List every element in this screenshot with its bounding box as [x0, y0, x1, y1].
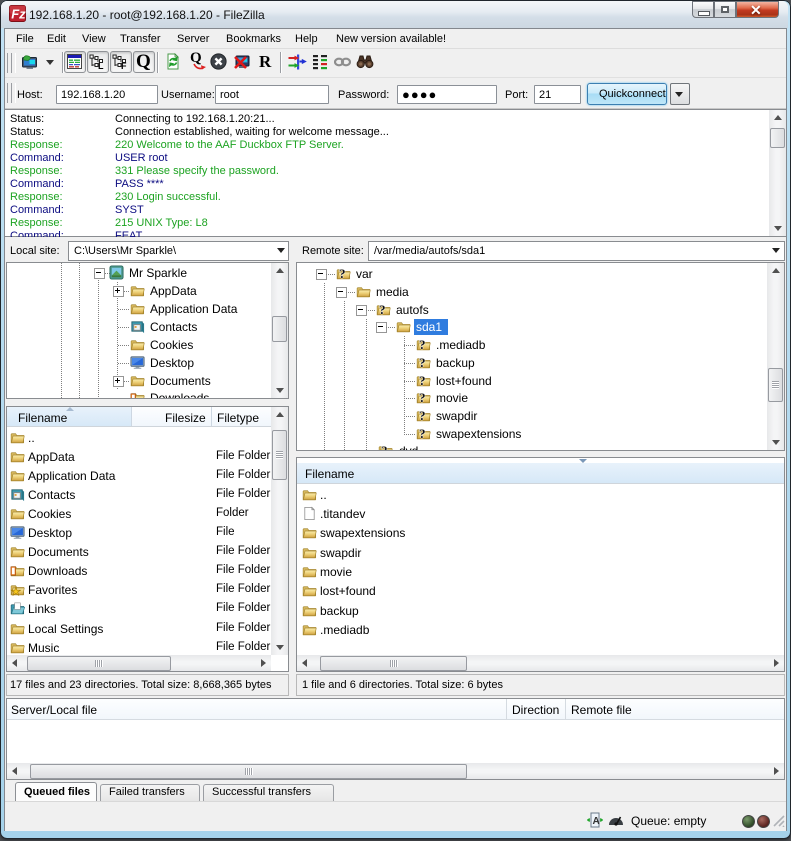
- svg-text:L: L: [98, 61, 104, 70]
- svg-text:?: ?: [419, 355, 426, 370]
- svg-text:?: ?: [419, 408, 426, 423]
- svg-text:?: ?: [339, 266, 346, 281]
- svg-text:?: ?: [419, 390, 426, 405]
- svg-text:?: ?: [419, 426, 426, 441]
- svg-text:F: F: [121, 61, 127, 70]
- svg-text:?: ?: [379, 302, 386, 317]
- svg-text:A: A: [593, 816, 600, 827]
- svg-text:Fz: Fz: [11, 7, 26, 22]
- svg-text:?: ?: [419, 337, 426, 352]
- svg-text:?: ?: [419, 373, 426, 388]
